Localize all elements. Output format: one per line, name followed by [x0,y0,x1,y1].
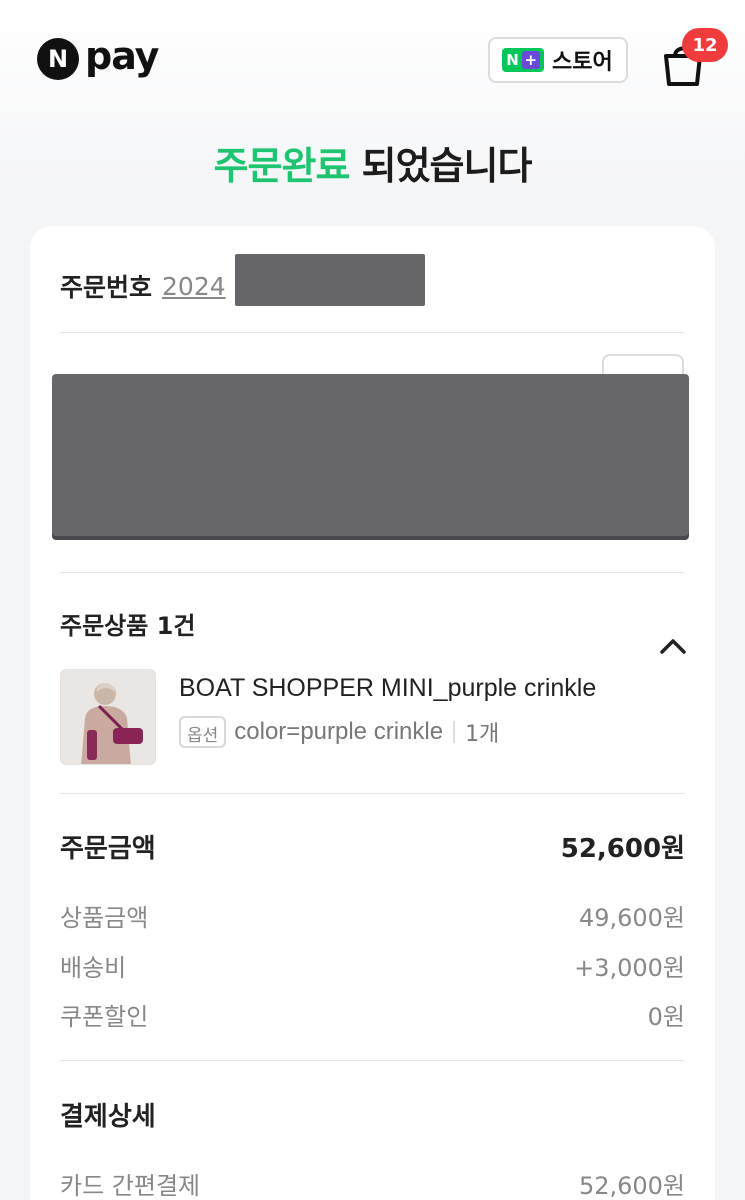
top-header: N pay N + 스토어 12 [0,0,745,120]
amount-line-product: 상품금액 49,600원 [60,898,685,933]
payment-method-value: 52,600원 [578,1172,685,1200]
logo-text: pay [85,34,159,78]
npay-logo[interactable]: N pay [37,34,159,80]
products-title: 주문상품 1건 [60,612,196,640]
title-rest: 되었습니다 [349,144,533,188]
amount-line-label: 상품금액 [60,904,149,932]
amount-line-label: 배송비 [60,954,127,982]
payment-detail-title: 결제상세 [60,1102,156,1132]
store-badge-n: N [506,51,519,69]
product-thumbnail[interactable] [60,669,156,765]
store-button[interactable]: N + 스토어 [488,37,628,83]
divider [60,1060,685,1061]
order-amount-row: 주문금액 52,600원 [60,828,685,865]
divider [60,793,685,794]
redaction-block [235,254,425,306]
order-amount-label: 주문금액 [60,834,156,864]
product-name[interactable]: BOAT SHOPPER MINI_purple crinkle [179,674,596,703]
page-title: 주문완료 되었습니다 [0,135,745,190]
option-value: color=purple crinkle [234,718,444,745]
amount-line-label: 쿠폰할인 [60,1003,149,1031]
amount-line-shipping: 배송비 +3,000원 [60,948,685,983]
store-button-label: 스토어 [552,50,613,75]
divider [60,332,685,333]
payment-method-row: 카드 간편결제 52,600원 [60,1166,685,1200]
order-amount-total: 52,600원 [560,834,685,864]
divider [60,572,685,573]
option-tag: 옵션 [179,716,227,748]
logo-n-circle: N [37,38,79,80]
amount-line-value: +3,000원 [574,954,685,982]
product-photo [61,670,155,764]
chevron-up-icon[interactable] [658,636,688,656]
option-separator [453,721,456,743]
amount-line-value: 0원 [647,1003,685,1031]
payment-method-label: 카드 간편결제 [60,1172,201,1200]
amount-line-coupon: 쿠폰할인 0원 [60,997,685,1032]
product-option-row: 옵션 color=purple crinkle 1개 [179,716,499,748]
order-number-link[interactable]: 2024 [162,272,226,301]
cart-button[interactable]: 12 [660,28,728,86]
store-badge-plus: + [521,51,540,69]
order-number-label: 주문번호 [60,273,153,302]
order-card: 주문번호 2024 주문상품 1건 BOAT SHOPPER MINI_purp… [30,226,715,1200]
redaction-block [52,374,689,536]
title-highlight: 주문완료 [213,144,351,188]
cart-count-badge: 12 [682,28,728,62]
product-quantity: 1개 [465,722,500,747]
naver-plus-icon: N + [502,48,544,72]
amount-line-value: 49,600원 [578,904,685,932]
